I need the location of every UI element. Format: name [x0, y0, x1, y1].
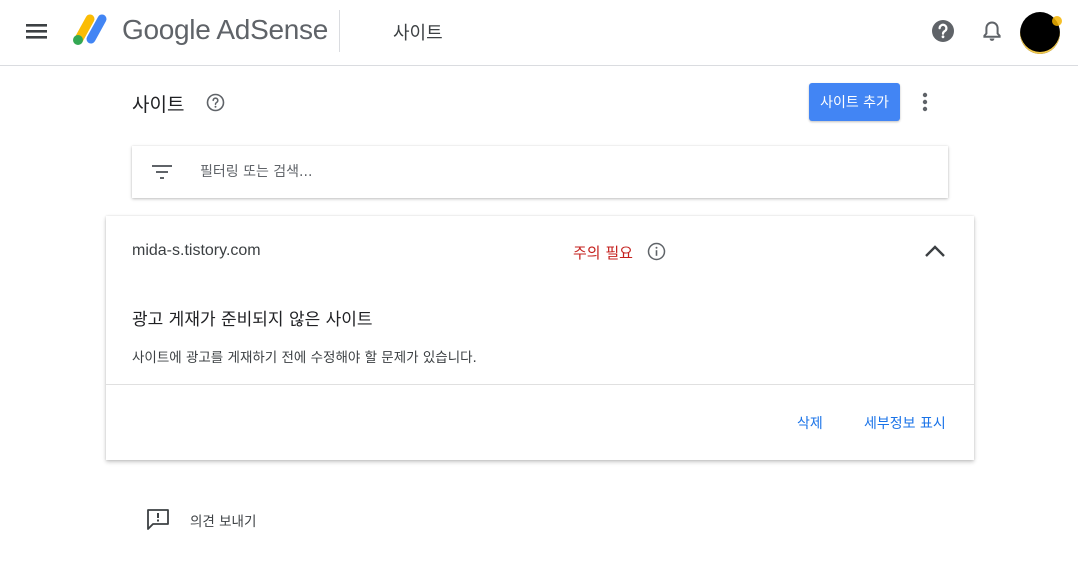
bell-icon[interactable] — [980, 18, 1004, 44]
site-domain: mida-s.tistory.com — [132, 242, 261, 259]
menu-icon[interactable] — [22, 18, 52, 44]
help-circle-icon[interactable] — [930, 18, 956, 44]
site-card: mida-s.tistory.com 주의 필요 광고 게재가 준비되지 않은 … — [106, 216, 974, 460]
feedback-icon — [146, 507, 170, 531]
avatar[interactable] — [1020, 12, 1062, 54]
feedback-label: 의견 보내기 — [190, 514, 257, 530]
adsense-logo-icon[interactable] — [71, 12, 111, 48]
logo-text: Google AdSense — [122, 14, 328, 45]
top-app-bar: Google AdSense 사이트 — [0, 0, 1078, 66]
info-icon[interactable] — [647, 242, 666, 261]
card-description: 사이트에 광고를 게재하기 전에 수정해야 할 문제가 있습니다. — [132, 350, 477, 366]
delete-button[interactable]: 삭제 — [797, 413, 823, 433]
add-site-button[interactable]: 사이트 추가 — [809, 83, 900, 121]
status-badge: 주의 필요 — [573, 244, 633, 262]
filter-bar — [132, 146, 948, 198]
filter-search-input[interactable] — [200, 158, 920, 186]
page-title: 사이트 — [132, 94, 185, 116]
header-divider — [339, 10, 340, 52]
card-divider — [106, 384, 974, 385]
filter-icon[interactable] — [150, 162, 174, 182]
show-details-button[interactable]: 세부정보 표시 — [864, 413, 946, 433]
chevron-up-icon[interactable] — [922, 240, 948, 264]
help-outline-icon[interactable] — [206, 93, 225, 112]
header-page-title: 사이트 — [393, 23, 443, 44]
card-heading: 광고 게재가 준비되지 않은 사이트 — [132, 310, 373, 330]
more-vertical-icon[interactable] — [915, 89, 935, 115]
